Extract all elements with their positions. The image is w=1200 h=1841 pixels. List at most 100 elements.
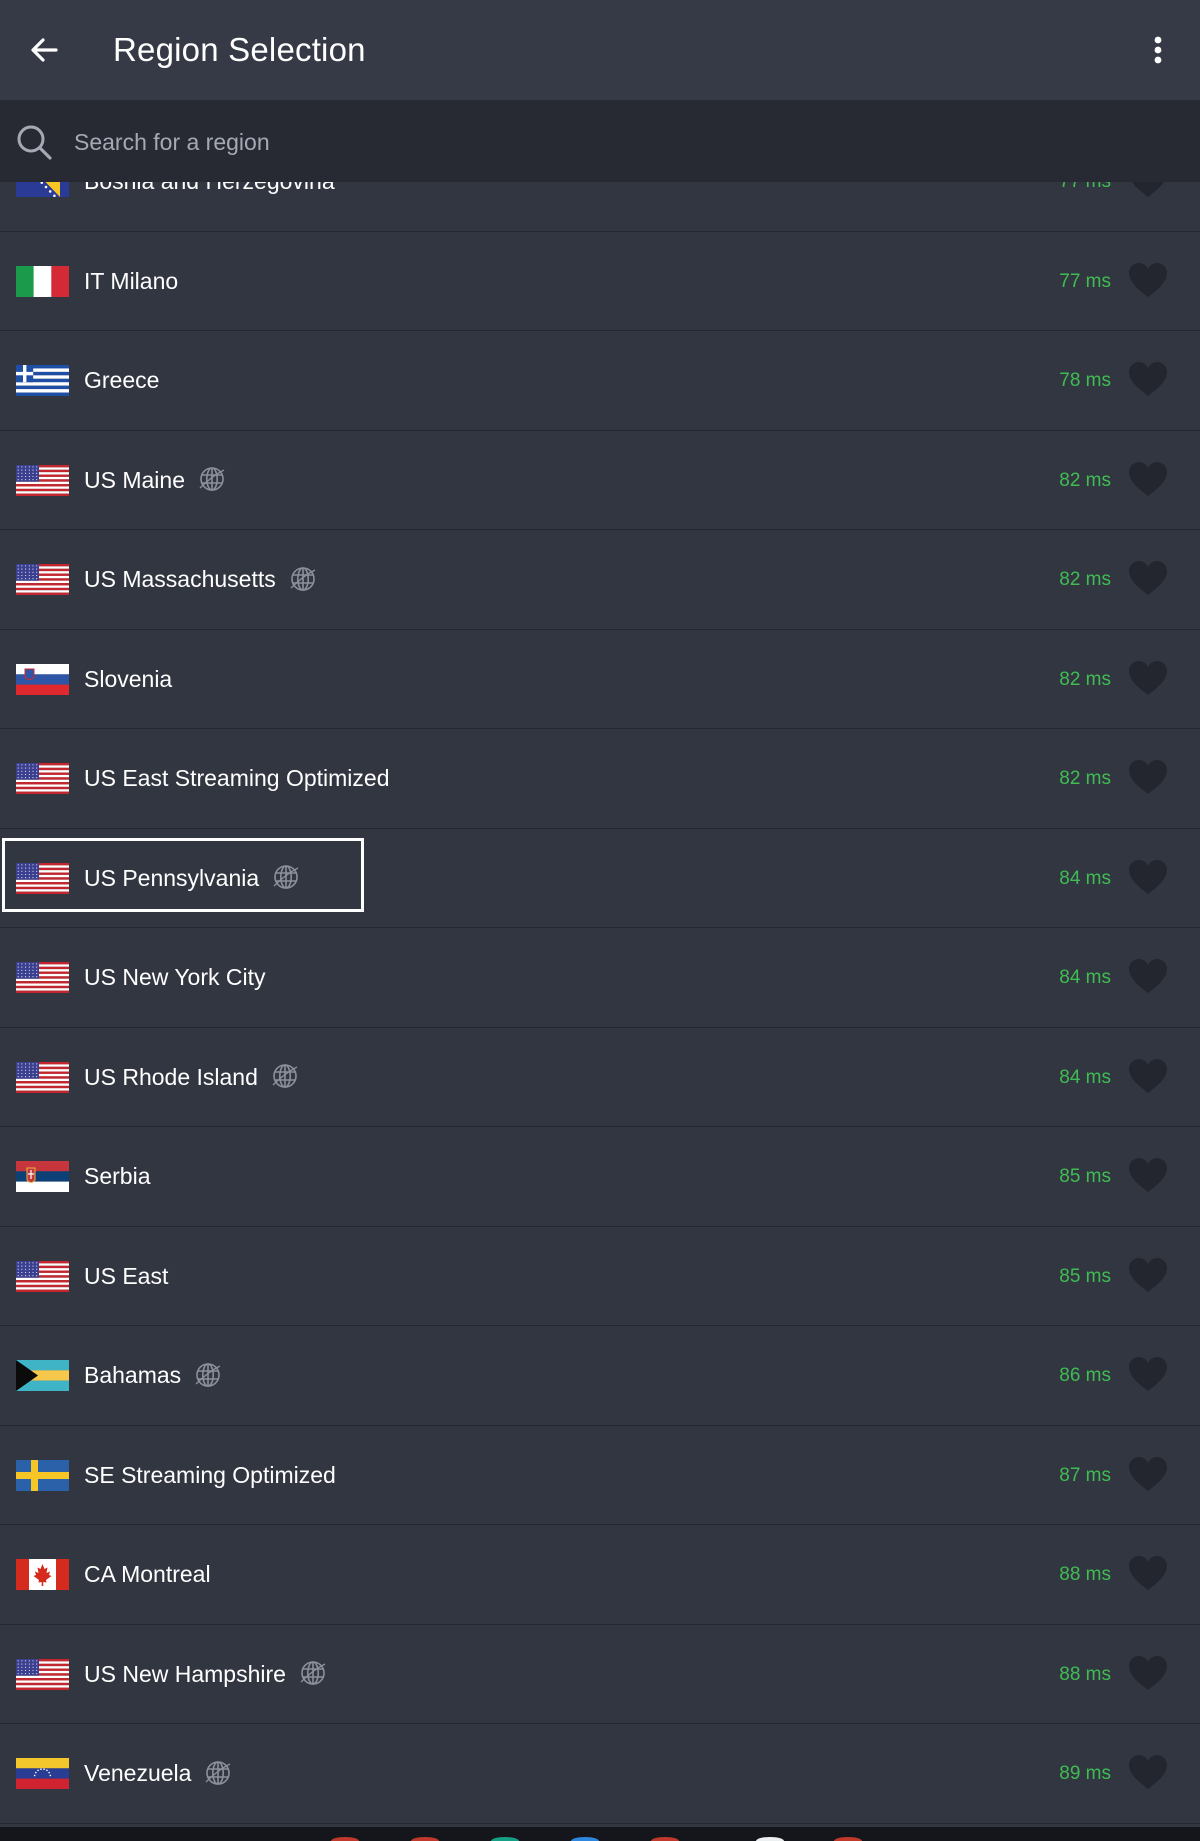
- region-latency: 82 ms: [1059, 768, 1111, 789]
- back-button[interactable]: [22, 28, 66, 72]
- favorite-heart-button[interactable]: [1128, 759, 1168, 797]
- app-header: Region Selection: [0, 0, 1200, 100]
- region-latency: 85 ms: [1059, 1166, 1111, 1187]
- region-row[interactable]: US Rhode Island 84 ms: [0, 1028, 1200, 1127]
- region-latency: 86 ms: [1059, 1365, 1111, 1386]
- region-list: Bosnia and Herzegovina 77 ms IT Milano 7…: [0, 182, 1200, 1827]
- region-row[interactable]: US New Hampshire 88 ms: [0, 1625, 1200, 1724]
- favorite-heart-button[interactable]: [1128, 560, 1168, 598]
- geo-location-icon: [193, 1360, 223, 1390]
- more-vertical-icon: [1154, 36, 1162, 64]
- region-latency: 88 ms: [1059, 1564, 1111, 1585]
- region-name: Serbia: [84, 1163, 151, 1189]
- region-row[interactable]: IT Milano 77 ms: [0, 232, 1200, 331]
- nav-indicator-dots: [331, 1837, 862, 1841]
- flag-us-icon: [16, 962, 69, 993]
- region-row[interactable]: Serbia 85 ms: [0, 1127, 1200, 1227]
- favorite-heart-button[interactable]: [1128, 1655, 1168, 1693]
- region-latency: 84 ms: [1059, 1066, 1111, 1088]
- region-latency: 84 ms: [1059, 967, 1111, 988]
- favorite-heart-button[interactable]: [1128, 1555, 1168, 1593]
- region-name: Bosnia and Herzegovina: [84, 182, 335, 194]
- favorite-heart-button[interactable]: [1128, 1257, 1168, 1295]
- flag-ve-icon: [16, 1758, 69, 1789]
- favorite-heart-button[interactable]: [1128, 859, 1168, 897]
- region-name: Slovenia: [84, 665, 173, 692]
- geo-location-icon: [197, 464, 227, 494]
- flag-us-icon: [16, 564, 69, 595]
- search-bar: [0, 100, 1200, 182]
- region-latency: 78 ms: [1059, 370, 1111, 391]
- region-name: Greece: [84, 367, 160, 393]
- flag-si-icon: [16, 663, 69, 695]
- region-row[interactable]: CA Montreal 88 ms: [0, 1525, 1200, 1625]
- flag-us-icon: [16, 1061, 69, 1093]
- flag-gr-icon: [16, 365, 69, 396]
- flag-it-icon: [16, 265, 69, 297]
- flag-bs-icon: [16, 1360, 69, 1391]
- region-row[interactable]: US Massachusetts 82 ms: [0, 530, 1200, 630]
- region-row[interactable]: US Pennsylvania 84 ms: [0, 829, 1200, 928]
- region-row[interactable]: Slovenia 82 ms: [0, 630, 1200, 729]
- region-row[interactable]: US East Streaming Optimized 82 ms: [0, 729, 1200, 829]
- region-name: US Massachusetts: [84, 566, 276, 592]
- flag-us-icon: [16, 1658, 69, 1690]
- region-row[interactable]: Greece 78 ms: [0, 331, 1200, 431]
- favorite-heart-button[interactable]: [1128, 958, 1168, 996]
- region-latency: 89 ms: [1059, 1763, 1111, 1784]
- region-latency: 82 ms: [1059, 469, 1111, 491]
- region-row[interactable]: Bahamas 86 ms: [0, 1326, 1200, 1426]
- flag-ba-icon: [16, 182, 69, 197]
- favorite-heart-button[interactable]: [1128, 1456, 1168, 1494]
- arrow-left-icon: [31, 38, 58, 62]
- region-latency: 77 ms: [1059, 270, 1111, 292]
- favorite-heart-button[interactable]: [1128, 461, 1168, 499]
- favorite-heart-button[interactable]: [1128, 1356, 1168, 1394]
- flag-us-icon: [16, 862, 69, 894]
- region-name: US Maine: [84, 466, 185, 493]
- region-name: US Pennsylvania: [84, 864, 260, 891]
- favorite-heart-button[interactable]: [1128, 1157, 1168, 1195]
- geo-location-icon: [271, 862, 301, 892]
- favorite-heart-button[interactable]: [1128, 1058, 1168, 1096]
- region-row[interactable]: Venezuela 89 ms: [0, 1724, 1200, 1824]
- flag-us-icon: [16, 763, 69, 794]
- flag-se-icon: [16, 1459, 69, 1491]
- search-icon: [17, 125, 52, 160]
- favorite-heart-button[interactable]: [1128, 660, 1168, 698]
- region-latency: 87 ms: [1059, 1464, 1111, 1486]
- flag-us-icon: [16, 1260, 69, 1292]
- region-latency: 82 ms: [1059, 569, 1111, 590]
- region-name: US New York City: [84, 964, 266, 990]
- region-name: US Rhode Island: [84, 1063, 258, 1090]
- region-latency: 88 ms: [1059, 1663, 1111, 1685]
- region-row[interactable]: Bosnia and Herzegovina 77 ms: [0, 182, 1200, 232]
- region-row[interactable]: SE Streaming Optimized 87 ms: [0, 1426, 1200, 1525]
- region-name: US New Hampshire: [84, 1660, 286, 1687]
- favorite-heart-button[interactable]: [1128, 1754, 1168, 1792]
- geo-location-icon: [270, 1061, 300, 1091]
- region-name: Bahamas: [84, 1362, 182, 1388]
- geo-location-icon: [288, 564, 318, 594]
- favorite-heart-button[interactable]: [1128, 262, 1168, 300]
- region-row[interactable]: US New York City 84 ms: [0, 928, 1200, 1028]
- flag-ca-icon: [16, 1559, 69, 1590]
- geo-location-icon: [203, 1758, 233, 1788]
- region-name: SE Streaming Optimized: [84, 1461, 336, 1488]
- region-latency: 85 ms: [1059, 1265, 1111, 1287]
- region-row[interactable]: US Maine 82 ms: [0, 431, 1200, 530]
- region-name: Venezuela: [84, 1760, 192, 1786]
- search-input[interactable]: [72, 118, 1076, 166]
- region-latency: 82 ms: [1059, 668, 1111, 690]
- favorite-heart-button[interactable]: [1128, 182, 1168, 200]
- region-name: US East Streaming Optimized: [84, 765, 390, 791]
- favorite-heart-button[interactable]: [1128, 361, 1168, 399]
- region-latency: 77 ms: [1059, 182, 1111, 197]
- region-name: US East: [84, 1262, 169, 1289]
- flag-rs-icon: [16, 1161, 69, 1192]
- flag-us-icon: [16, 464, 69, 496]
- more-options-button[interactable]: [1136, 28, 1180, 72]
- page-title: Region Selection: [113, 31, 366, 68]
- region-name: CA Montreal: [84, 1561, 211, 1587]
- region-row[interactable]: US East 85 ms: [0, 1227, 1200, 1326]
